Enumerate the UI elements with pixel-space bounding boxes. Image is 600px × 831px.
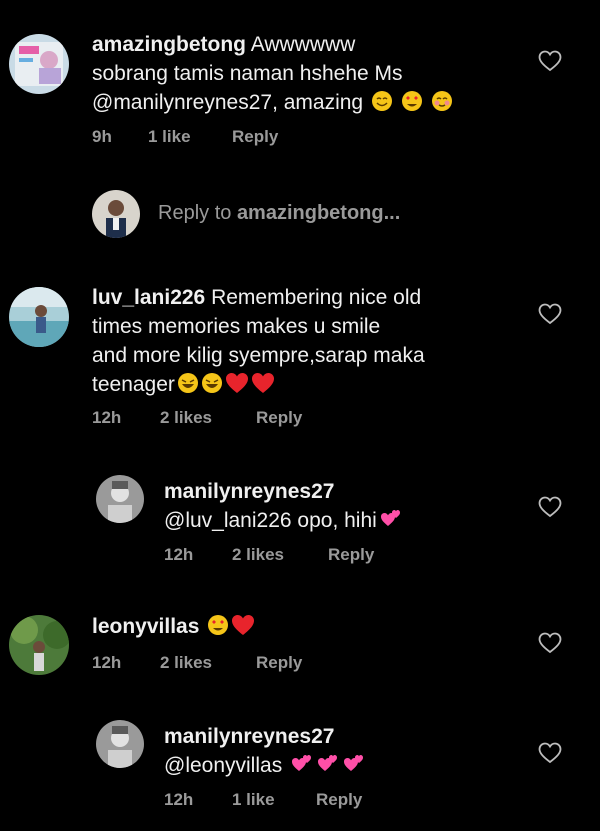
heart-icon[interactable] [538,632,562,654]
timestamp: 12h [164,790,194,809]
timestamp: 12h [92,408,122,427]
heart-eyes-emoji [208,615,229,635]
two-hearts-emoji [318,755,338,771]
username[interactable]: leonyvillas [92,615,199,638]
avatar[interactable] [96,720,144,768]
reply-button[interactable]: Reply [316,790,362,810]
avatar[interactable] [96,475,144,523]
laugh-emoji [177,373,198,393]
reply-button[interactable]: Reply [256,653,302,673]
comment-text: leonyvillas [92,612,512,641]
red-heart-emoji [251,373,274,393]
two-hearts-emoji [380,510,400,526]
laugh-emoji [201,373,222,393]
comment-meta: 9h 1 like Reply [92,127,278,147]
like-count[interactable]: 1 like [148,127,232,147]
comment-meta: 12h 2 likes Reply [92,408,302,428]
comment-text: manilynreynes27 @leonyvillas [164,722,524,780]
like-count[interactable]: 2 likes [160,653,256,673]
comment-meta: 12h 2 likes Reply [164,545,374,565]
timestamp: 9h [92,127,112,146]
username[interactable]: amazingbetong [92,33,246,56]
comment-meta: 12h 2 likes Reply [92,653,302,673]
comment-text: manilynreynes27 @luv_lani226 opo, hihi [164,477,524,535]
username[interactable]: luv_lani226 [92,286,205,309]
reply-button[interactable]: Reply [256,408,302,428]
blush-emoji [431,91,452,111]
reply-to-input[interactable]: Reply to amazingbetong... [158,202,400,225]
timestamp: 12h [92,653,122,672]
reply-button[interactable]: Reply [232,127,278,147]
heart-icon[interactable] [538,303,562,325]
avatar[interactable] [9,34,69,94]
heart-icon[interactable] [538,742,562,764]
like-count[interactable]: 2 likes [160,408,256,428]
smile-emoji [371,91,392,111]
heart-icon[interactable] [538,50,562,72]
heart-eyes-emoji [401,91,422,111]
red-heart-emoji [232,615,255,635]
two-hearts-emoji [344,755,364,771]
avatar[interactable] [9,615,69,675]
avatar[interactable] [9,287,69,347]
avatar [92,190,140,238]
comment-text: luv_lani226 Remembering nice old times m… [92,286,425,396]
two-hearts-emoji [292,755,312,771]
username[interactable]: manilynreynes27 [164,480,334,503]
timestamp: 12h [164,545,194,564]
reply-button[interactable]: Reply [328,545,374,565]
heart-icon[interactable] [538,496,562,518]
red-heart-emoji [225,373,248,393]
comment-meta: 12h 1 like Reply [164,790,362,810]
like-count[interactable]: 1 like [232,790,316,810]
username[interactable]: manilynreynes27 [164,725,334,748]
like-count[interactable]: 2 likes [232,545,328,565]
comment-text: amazingbetong Awwwwww sobrang tamis nama… [92,30,512,117]
